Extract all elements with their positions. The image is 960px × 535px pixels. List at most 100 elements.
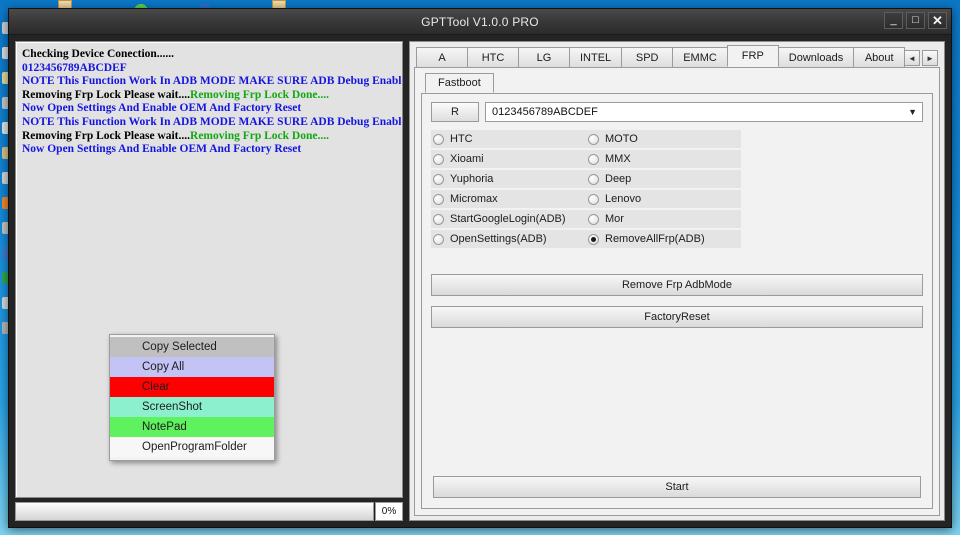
- title-bar: GPTTool V1.0.0 PRO _ □ ✕: [9, 9, 951, 35]
- context-menu[interactable]: Copy Selected Copy All Clear ScreenShot Note…: [109, 334, 275, 461]
- radio-button-icon[interactable]: [433, 193, 444, 205]
- log-line: Now Open Settings And Enable OEM And Fac…: [22, 143, 396, 157]
- tab-htc[interactable]: HTC: [467, 47, 519, 67]
- serial-row: R 0123456789ABCDEF ▼: [431, 102, 923, 122]
- radio-label: Yuphoria: [450, 173, 494, 185]
- factory-reset-button[interactable]: FactoryReset: [431, 306, 923, 328]
- radio-micromax[interactable]: Micromax: [431, 190, 586, 208]
- radio-label: HTC: [450, 133, 473, 145]
- brand-option-grid: HTC MOTO Xioami MMX Yuphoria Deep Micromax Leno…: [431, 130, 923, 248]
- tab-spd[interactable]: SPD: [621, 47, 674, 67]
- log-line: NOTE This Function Work In ADB MODE MAKE…: [22, 75, 402, 89]
- radio-htc[interactable]: HTC: [431, 130, 586, 148]
- tab-downloads[interactable]: Downloads: [777, 47, 855, 67]
- main-tab-strip: A HTC LG INTEL SPD EMMC FRP Downloads About ◄ ►: [414, 45, 940, 68]
- radio-button-icon[interactable]: [588, 233, 599, 245]
- context-menu-item-clear[interactable]: Clear: [110, 377, 274, 397]
- log-segment: Removing Frp Lock Done....: [190, 129, 329, 142]
- radio-label: StartGoogleLogin(ADB): [450, 213, 566, 225]
- log-line: Now Open Settings And Enable OEM And Fac…: [22, 102, 396, 116]
- radio-button-icon[interactable]: [588, 193, 599, 205]
- radio-button-icon[interactable]: [588, 213, 599, 225]
- tab-frp[interactable]: FRP: [726, 45, 779, 67]
- radio-label: Micromax: [450, 193, 498, 205]
- tab-scroll-buttons: ◄ ►: [904, 50, 938, 66]
- context-menu-item-copy-selected[interactable]: Copy Selected: [110, 337, 274, 357]
- tab-emmc[interactable]: EMMC: [672, 47, 728, 67]
- radio-removeallfrp-adb-[interactable]: RemoveAllFrp(ADB): [586, 230, 741, 248]
- radio-button-icon[interactable]: [588, 153, 599, 165]
- log-segment: Checking Device Conection......: [22, 48, 175, 60]
- log-line: Removing Frp Lock Please wait....Removin…: [22, 130, 396, 144]
- minimize-icon[interactable]: _: [884, 12, 903, 29]
- radio-opensettings-adb-[interactable]: OpenSettings(ADB): [431, 230, 586, 248]
- radio-button-icon[interactable]: [588, 133, 599, 145]
- fastboot-panel: R 0123456789ABCDEF ▼ HTC MOTO Xioami MMX Yup…: [421, 94, 933, 509]
- radio-deep[interactable]: Deep: [586, 170, 741, 188]
- window-controls: _ □ ✕: [884, 12, 947, 29]
- radio-xioami[interactable]: Xioami: [431, 150, 586, 168]
- left-pane: Checking Device Conection...... 012345678…: [15, 41, 403, 521]
- radio-yuphoria[interactable]: Yuphoria: [431, 170, 586, 188]
- context-menu-item-screenshot[interactable]: ScreenShot: [110, 397, 274, 417]
- progress-row: 0%: [15, 502, 403, 521]
- application-window: GPTTool V1.0.0 PRO _ □ ✕ Checking Device…: [8, 8, 952, 528]
- radio-button-icon[interactable]: [588, 173, 599, 185]
- context-menu-item-copy-all[interactable]: Copy All: [110, 357, 274, 377]
- remove-frp-adbmode-button[interactable]: Remove Frp AdbMode: [431, 274, 923, 296]
- log-segment: NOTE This Function Work In ADB MODE MAKE…: [22, 75, 403, 88]
- device-serial-combobox[interactable]: 0123456789ABCDEF ▼: [485, 102, 923, 122]
- start-button[interactable]: Start: [433, 476, 921, 498]
- radio-button-icon[interactable]: [433, 153, 444, 165]
- window-title: GPTTool V1.0.0 PRO: [421, 14, 539, 29]
- radio-label: MOTO: [605, 133, 638, 145]
- tab-scroll-left-icon[interactable]: ◄: [904, 50, 920, 66]
- radio-button-icon[interactable]: [433, 213, 444, 225]
- right-pane: A HTC LG INTEL SPD EMMC FRP Downloads About ◄ ► …: [409, 41, 945, 521]
- radio-mor[interactable]: Mor: [586, 210, 741, 228]
- sub-tab-strip: Fastboot: [421, 73, 933, 94]
- tab-a[interactable]: A: [416, 47, 468, 67]
- log-segment: NOTE This Function Work In ADB MODE MAKE…: [22, 115, 403, 128]
- context-menu-item-openprogramfolder[interactable]: OpenProgramFolder: [110, 437, 274, 457]
- tab-lg[interactable]: LG: [518, 47, 570, 67]
- radio-moto[interactable]: MOTO: [586, 130, 741, 148]
- radio-label: Deep: [605, 173, 632, 185]
- maximize-icon[interactable]: □: [906, 12, 925, 29]
- log-line: Checking Device Conection......: [22, 48, 396, 62]
- log-segment: Removing Frp Lock Please wait....: [22, 129, 191, 142]
- radio-label: RemoveAllFrp(ADB): [605, 233, 705, 245]
- log-segment: Removing Frp Lock Done....: [190, 88, 329, 101]
- log-line: NOTE This Function Work In ADB MODE MAKE…: [22, 116, 402, 130]
- progress-percent-label: 0%: [375, 502, 403, 521]
- radio-label: Xioami: [450, 153, 484, 165]
- log-segment: Now Open Settings And Enable OEM And Fac…: [22, 143, 302, 156]
- radio-lenovo[interactable]: Lenovo: [586, 190, 741, 208]
- chevron-down-icon[interactable]: ▼: [908, 107, 917, 117]
- tab-fastboot[interactable]: Fastboot: [425, 73, 494, 93]
- close-icon[interactable]: ✕: [928, 12, 947, 29]
- progress-bar: [15, 502, 374, 521]
- read-device-button[interactable]: R: [431, 102, 479, 122]
- radio-startgooglelogin-adb-[interactable]: StartGoogleLogin(ADB): [431, 210, 586, 228]
- radio-button-icon[interactable]: [433, 173, 444, 185]
- radio-mmx[interactable]: MMX: [586, 150, 741, 168]
- radio-button-icon[interactable]: [433, 133, 444, 145]
- context-menu-item-notepad[interactable]: NotePad: [110, 417, 274, 437]
- tab-content-frp: Fastboot R 0123456789ABCDEF ▼ HTC MOTO Xio…: [414, 68, 940, 516]
- tab-scroll-right-icon[interactable]: ►: [922, 50, 938, 66]
- tab-intel[interactable]: INTEL: [569, 47, 623, 67]
- tab-about[interactable]: About: [853, 47, 906, 67]
- radio-label: MMX: [605, 153, 631, 165]
- device-serial-value: 0123456789ABCDEF: [492, 106, 598, 118]
- radio-label: Mor: [605, 213, 624, 225]
- log-segment: 0123456789ABCDEF: [22, 61, 127, 74]
- log-segment: Now Open Settings And Enable OEM And Fac…: [22, 102, 302, 115]
- radio-button-icon[interactable]: [433, 233, 444, 245]
- radio-label: OpenSettings(ADB): [450, 233, 547, 245]
- log-segment: Removing Frp Lock Please wait....: [22, 88, 191, 101]
- radio-label: Lenovo: [605, 193, 642, 205]
- window-body: Checking Device Conection...... 012345678…: [9, 35, 951, 527]
- log-line: 0123456789ABCDEF: [22, 62, 396, 76]
- panel-spacer: [431, 328, 923, 476]
